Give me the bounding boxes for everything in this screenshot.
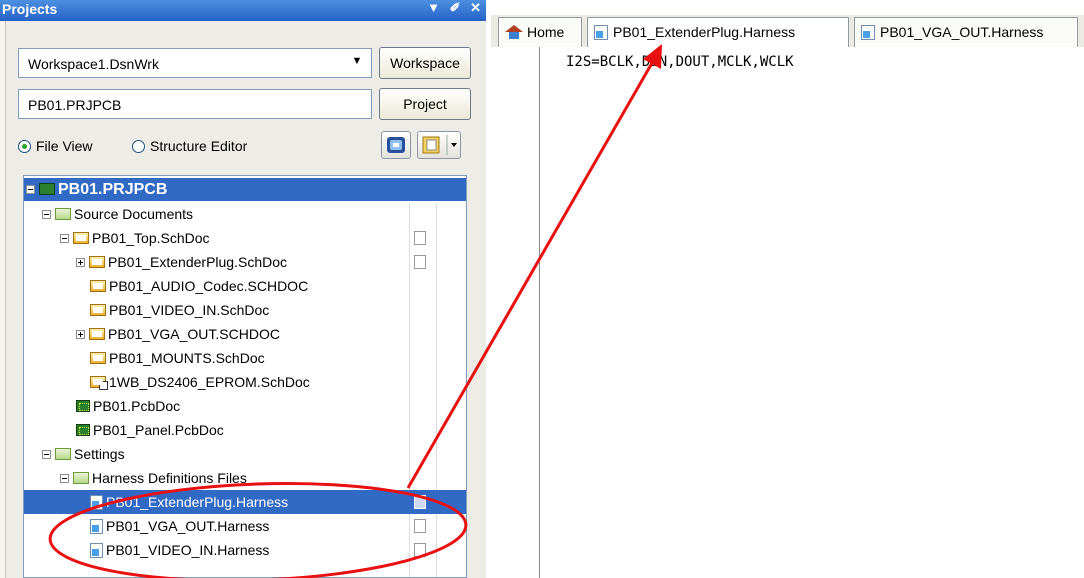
schematic-icon	[90, 280, 106, 292]
folder-icon	[55, 208, 71, 220]
document-status-icon	[414, 255, 426, 269]
project-button[interactable]: Project	[379, 88, 471, 120]
document-status-icon	[414, 519, 426, 533]
tree-item-label: 1WB_DS2406_EPROM.SchDoc	[109, 374, 310, 390]
radio-unselected-icon	[132, 140, 145, 153]
schematic-icon	[89, 328, 105, 340]
radio-file-view[interactable]: File View	[18, 138, 93, 154]
tree-item-mounts-schdoc[interactable]: PB01_MOUNTS.SchDoc	[24, 346, 466, 370]
harness-editor-text[interactable]: I2S=BCLK,DIN,DOUT,MCLK,WCLK	[566, 54, 794, 70]
panel-controls[interactable]: ▼ ✐ ✕	[427, 0, 484, 16]
editor-margin-line	[539, 47, 540, 578]
tree-item-extenderplug-schdoc[interactable]: PB01_ExtenderPlug.SchDoc	[24, 250, 466, 274]
tree-item-extenderplug-harness[interactable]: PB01_ExtenderPlug.Harness	[24, 490, 466, 514]
collapse-icon[interactable]	[60, 234, 69, 243]
tree-folder-settings[interactable]: Settings	[24, 442, 466, 466]
tree-item-video-in-schdoc[interactable]: PB01_VIDEO_IN.SchDoc	[24, 298, 466, 322]
compile-icon	[387, 137, 405, 153]
schematic-icon	[73, 232, 89, 244]
harness-icon	[861, 25, 875, 40]
workspace-combo-value: Workspace1.DsnWrk	[28, 56, 159, 72]
dropdown-arrow-icon[interactable]: ▼	[343, 49, 371, 77]
expand-icon[interactable]	[76, 258, 85, 267]
tree-item-label: Source Documents	[74, 206, 194, 222]
tree-folder-source-documents[interactable]: Source Documents	[24, 202, 466, 226]
tree-item-label: Harness Definitions Files	[92, 470, 247, 486]
panel-body: Workspace1.DsnWrk ▼ Workspace PB01.PRJPC…	[5, 21, 486, 578]
tree-item-vga-out-harness[interactable]: PB01_VGA_OUT.Harness	[24, 514, 466, 538]
expand-icon[interactable]	[76, 330, 85, 339]
folder-icon	[55, 448, 71, 460]
radio-label: Structure Editor	[150, 138, 248, 154]
tree-item-label: PB01_VIDEO_IN.Harness	[106, 542, 270, 558]
tab-label: PB01_ExtenderPlug.Harness	[613, 24, 796, 40]
harness-icon	[90, 495, 103, 510]
tree-item-label: PB01_VGA_OUT.Harness	[106, 518, 270, 534]
collapse-icon[interactable]	[26, 185, 35, 194]
tree-item-eprom-schdoc[interactable]: 1WB_DS2406_EPROM.SchDoc	[24, 370, 466, 394]
panel-title-bar: Projects ▼ ✐ ✕	[0, 0, 486, 21]
tree-item-label: PB01_AUDIO_Codec.SCHDOC	[109, 278, 309, 294]
workspace-button[interactable]: Workspace	[379, 47, 471, 79]
documents-menu-button[interactable]	[417, 131, 461, 159]
projects-panel: Projects ▼ ✐ ✕ Workspace1.DsnWrk ▼ Works…	[0, 0, 486, 578]
harness-icon	[594, 25, 608, 40]
tab-home[interactable]: Home	[498, 17, 582, 47]
tree-item-label: PB01_MOUNTS.SchDoc	[109, 350, 265, 366]
tree-item-label: PB01_Panel.PcbDoc	[93, 422, 224, 438]
pcb-icon	[76, 400, 90, 412]
radio-selected-icon	[18, 140, 31, 153]
tree-item-pcbdoc[interactable]: PB01.PcbDoc	[24, 394, 466, 418]
project-tree[interactable]: PB01.PRJPCB Source Documents PB01_Top.Sc…	[23, 175, 467, 578]
radio-structure-editor[interactable]: Structure Editor	[132, 138, 247, 154]
tree-item-top-schdoc[interactable]: PB01_Top.SchDoc	[24, 226, 466, 250]
schematic-icon	[90, 304, 106, 316]
tree-item-panel-pcbdoc[interactable]: PB01_Panel.PcbDoc	[24, 418, 466, 442]
tree-item-label: PB01_VIDEO_IN.SchDoc	[109, 302, 270, 318]
project-field[interactable]: PB01.PRJPCB	[18, 89, 372, 119]
harness-icon	[90, 519, 103, 534]
project-field-value: PB01.PRJPCB	[28, 97, 122, 113]
tree-item-vga-out-schdoc[interactable]: PB01_VGA_OUT.SCHDOC	[24, 322, 466, 346]
documents-icon	[422, 135, 457, 155]
pcb-project-icon	[39, 183, 55, 195]
tree-item-label: PB01_VGA_OUT.SCHDOC	[108, 326, 280, 342]
schematic-icon	[89, 256, 105, 268]
tab-label: PB01_VGA_OUT.Harness	[880, 24, 1044, 40]
document-status-icon	[414, 543, 426, 557]
panel-title: Projects	[2, 1, 58, 17]
radio-label: File View	[36, 138, 93, 154]
collapse-icon[interactable]	[60, 474, 69, 483]
tree-item-label: Settings	[74, 446, 125, 462]
pcb-icon	[76, 424, 90, 436]
compile-button[interactable]	[381, 131, 411, 159]
document-status-icon	[414, 495, 426, 509]
schematic-icon	[90, 352, 106, 364]
tree-item-label: PB01_ExtenderPlug.Harness	[106, 494, 289, 510]
tree-item-audio-codec-schdoc[interactable]: PB01_AUDIO_Codec.SCHDOC	[24, 274, 466, 298]
document-status-icon	[414, 231, 426, 245]
tree-item-video-in-harness[interactable]: PB01_VIDEO_IN.Harness	[24, 538, 466, 562]
home-icon	[505, 25, 523, 39]
workspace-combo[interactable]: Workspace1.DsnWrk ▼	[18, 48, 372, 78]
tab-vga-out-harness[interactable]: PB01_VGA_OUT.Harness	[854, 17, 1078, 47]
tab-extenderplug-harness[interactable]: PB01_ExtenderPlug.Harness	[587, 17, 849, 47]
collapse-icon[interactable]	[42, 210, 51, 219]
tab-label: Home	[527, 24, 565, 40]
tree-root-label: PB01.PRJPCB	[58, 181, 168, 198]
collapse-icon[interactable]	[42, 450, 51, 459]
tree-item-label: PB01.PcbDoc	[93, 398, 181, 414]
schematic-link-icon	[90, 376, 108, 390]
harness-icon	[90, 543, 103, 558]
tree-item-label: PB01_ExtenderPlug.SchDoc	[108, 254, 287, 270]
tree-root-project[interactable]: PB01.PRJPCB	[24, 178, 466, 201]
document-tab-bar: Home PB01_ExtenderPlug.Harness PB01_VGA_…	[491, 15, 1084, 47]
folder-icon	[73, 472, 89, 484]
tree-folder-harness-definitions[interactable]: Harness Definitions Files	[24, 466, 466, 490]
tree-item-label: PB01_Top.SchDoc	[92, 230, 210, 246]
